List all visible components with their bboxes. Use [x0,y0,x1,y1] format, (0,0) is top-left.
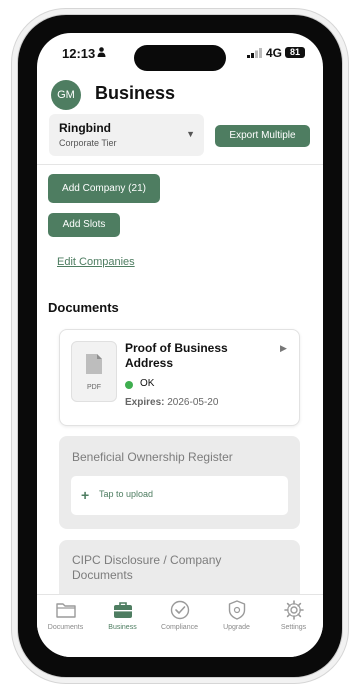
person-icon [97,47,106,57]
file-icon [86,354,102,374]
pdf-thumbnail: PDF [71,341,117,402]
document-title: Proof of Business Address [125,341,228,370]
shield-icon [228,600,245,620]
briefcase-icon [113,602,132,618]
add-slots-button[interactable]: Add Slots [48,213,120,237]
upload-button[interactable]: + Tap to upload [71,476,288,515]
plus-icon: + [81,487,90,503]
tab-settings[interactable]: Settings [265,599,322,639]
tab-label: Business [108,624,137,631]
tab-label: Compliance [161,624,198,631]
tab-business[interactable]: Business [94,599,151,639]
check-circle-icon [170,600,189,620]
tab-compliance[interactable]: Compliance [151,599,208,639]
page-header: GM Business [37,77,323,113]
gear-icon [283,600,304,620]
company-tier: Corporate Tier [59,138,117,148]
signal-icon [247,48,262,58]
upload-label: Tap to upload [99,489,154,499]
export-multiple-button[interactable]: Export Multiple [215,125,310,147]
tab-label: Documents [47,624,84,631]
status-text: OK [140,378,155,389]
caret-down-icon: ▼ [186,129,195,139]
app-screen: 12:13 4G 81 GM Business Ringbind Corpora… [37,33,323,657]
pdf-label: PDF [87,384,101,391]
document-card-beneficial-ownership: Beneficial Ownership Register + Tap to u… [59,436,300,529]
battery-icon: 81 [285,47,305,58]
document-title: CIPC Disclosure / Company Documents [72,553,222,582]
document-card-proof-of-address[interactable]: PDF Proof of Business Address ▶ OK Expir… [59,329,300,426]
expiry-date: Expires: 2026-05-20 [125,397,218,408]
status-time: 12:13 [62,46,96,61]
tab-label: Upgrade [223,624,250,631]
page-title: Business [95,83,176,103]
status-dot [125,381,133,389]
tab-documents[interactable]: Documents [37,599,94,639]
camera-notch [134,45,226,71]
document-title: Beneficial Ownership Register [72,450,233,464]
company-name: Ringbind [59,121,111,135]
expires-label: Expires: [125,397,165,408]
company-selector[interactable]: Ringbind Corporate Tier ▼ [49,114,204,156]
network-type: 4G [266,46,283,60]
bottom-tab-bar: Documents Business Compliance Upgrade Se… [37,594,323,657]
folder-icon [55,603,76,618]
tab-upgrade[interactable]: Upgrade [208,599,265,639]
expires-value: 2026-05-20 [167,397,219,408]
edit-companies-link[interactable]: Edit Companies [57,256,135,268]
tab-label: Settings [280,624,307,631]
documents-section-title: Documents [48,300,119,315]
divider [37,164,323,165]
avatar[interactable]: GM [51,80,81,110]
add-company-button[interactable]: Add Company (21) [48,174,160,203]
play-icon[interactable]: ▶ [280,343,287,354]
